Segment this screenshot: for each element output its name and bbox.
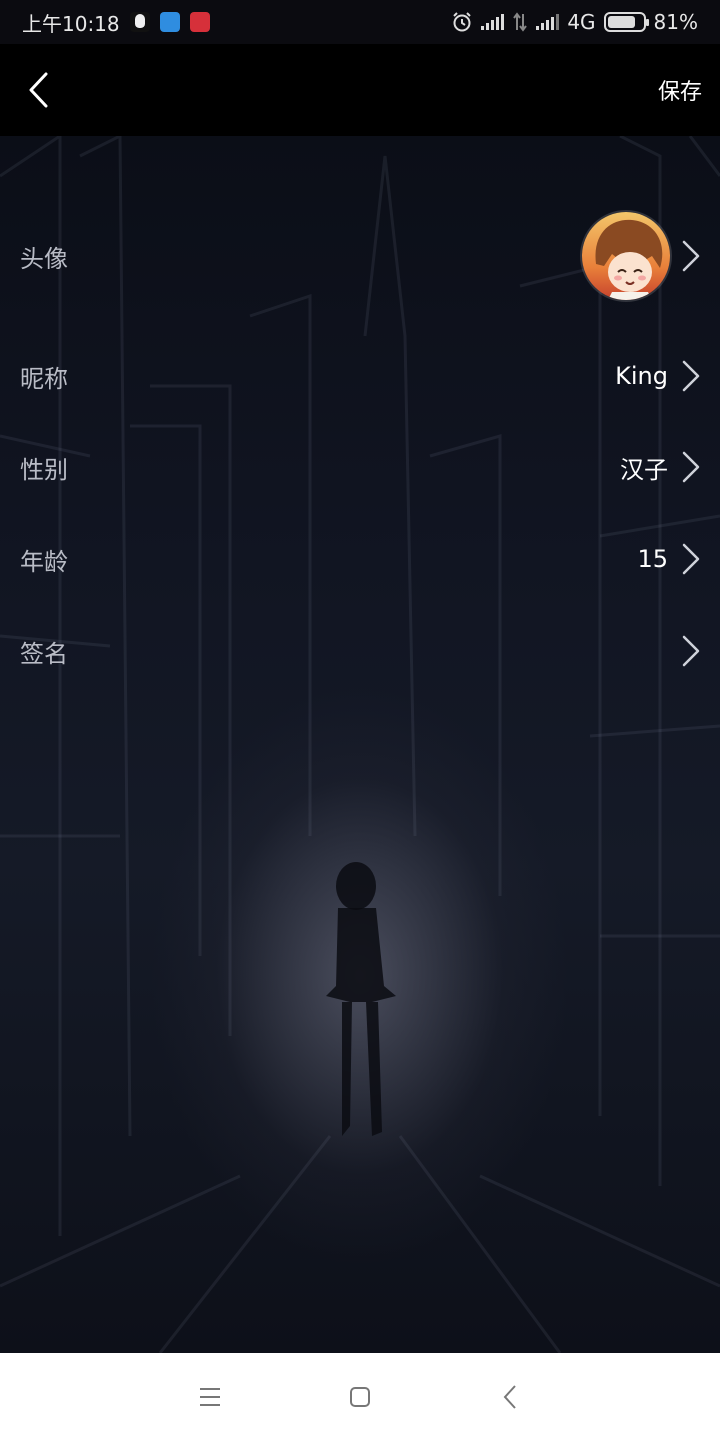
- age-row[interactable]: 年龄 15: [0, 519, 720, 599]
- battery-icon: [603, 12, 649, 32]
- chevron-right-icon: [682, 360, 700, 392]
- avatar-row[interactable]: 头像: [0, 210, 720, 302]
- navigation-bar: [0, 1353, 720, 1440]
- home-square-icon: [350, 1386, 370, 1407]
- age-label: 年龄: [20, 547, 68, 576]
- battery-fill: [607, 16, 636, 28]
- blue-app-icon: [159, 12, 180, 32]
- chevron-right-icon: [682, 240, 700, 272]
- chevron-right-icon: [682, 543, 700, 575]
- nickname-row[interactable]: 昵称 King: [0, 336, 720, 416]
- data-arrows-icon: [513, 12, 528, 32]
- signature-label: 签名: [20, 639, 68, 668]
- gender-value: 汉子: [620, 455, 668, 484]
- city-silhouette: [0, 136, 720, 1353]
- background-scene: [0, 136, 720, 1353]
- signature-row[interactable]: 签名: [0, 611, 720, 691]
- home-button[interactable]: [285, 1367, 435, 1427]
- menu-button[interactable]: [135, 1367, 285, 1427]
- avatar-image: [582, 212, 670, 300]
- back-icon: [503, 1384, 516, 1409]
- nickname-value: King: [615, 362, 668, 390]
- status-left: 上午10:18: [22, 8, 210, 37]
- title-bar: 保存: [0, 44, 720, 136]
- network-type: 4G: [567, 10, 596, 34]
- gender-label: 性别: [20, 455, 68, 484]
- qq-icon: [129, 12, 150, 32]
- avatar-label: 头像: [20, 244, 68, 273]
- nickname-label: 昵称: [20, 364, 68, 393]
- system-back-button[interactable]: [435, 1367, 585, 1427]
- gender-row[interactable]: 性别 汉子: [0, 427, 720, 507]
- battery-percent: 81%: [653, 10, 698, 34]
- save-button[interactable]: 保存: [658, 66, 702, 114]
- alarm-icon: [453, 12, 472, 32]
- chevron-right-icon: [682, 451, 700, 483]
- chevron-right-icon: [682, 635, 700, 667]
- avatar: [580, 210, 672, 302]
- back-button[interactable]: [18, 65, 58, 115]
- age-value: 15: [637, 545, 668, 573]
- status-bar: 上午10:18 4G 81%: [0, 0, 720, 44]
- signal-icon: [481, 14, 505, 30]
- status-time: 上午10:18: [22, 11, 120, 36]
- menu-icon: [200, 1387, 220, 1406]
- red-app-icon: [189, 12, 210, 32]
- signal-icon: [536, 14, 560, 30]
- chevron-left-icon: [29, 72, 48, 108]
- status-right: 4G 81%: [451, 10, 698, 34]
